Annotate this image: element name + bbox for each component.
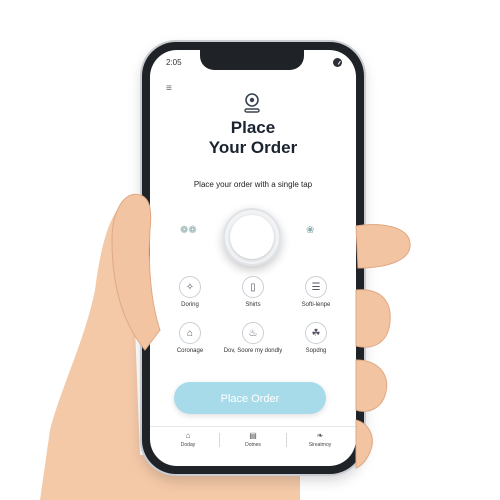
location-pin-icon <box>244 93 260 113</box>
notch <box>200 50 304 70</box>
category-label: Coronage <box>176 348 204 354</box>
category-coronage[interactable]: ⌂ Coronage <box>160 322 220 355</box>
tab-divider <box>286 433 287 447</box>
category-softi-lenpe[interactable]: ☰ Softi-lenpe <box>286 276 346 309</box>
home-tab-icon: ⌂ <box>185 431 191 440</box>
status-time: 2:05 <box>166 58 182 67</box>
category-label: Dov, Soore my dondly <box>223 348 283 354</box>
menu-icon[interactable]: ≡ <box>166 83 172 94</box>
tab-divider <box>219 433 220 447</box>
bottom-tab-bar: ⌂ Doday ▤ Dotnes ❧ Sireatmoy <box>150 426 356 457</box>
tab-label: Sireatmoy <box>308 442 332 448</box>
tab-doday[interactable]: ⌂ Doday <box>158 431 218 448</box>
home-icon: ⌂ <box>179 322 201 344</box>
category-label: Softi-lenpe <box>301 302 331 308</box>
flower-icon: ❀ <box>306 225 315 236</box>
phone-screen: 2:05 ≡ Place Your Order Place your order… <box>150 50 356 466</box>
bottle-icon: ▯ <box>242 276 264 298</box>
category-dov-soore[interactable]: ♨ Dov, Soore my dondly <box>223 322 283 355</box>
category-label: Sopdng <box>305 348 327 354</box>
tab-sireatmoy[interactable]: ❧ Sireatmoy <box>290 431 350 448</box>
title-line-2: Your Order <box>208 138 298 157</box>
page-title: Place Your Order <box>150 118 356 158</box>
subtitle: Place your order with a single tap <box>193 180 313 189</box>
tab-label: Dotnes <box>245 442 261 448</box>
category-sopdng[interactable]: ☘ Sopdng <box>286 322 346 355</box>
leaf-icon: ☘ <box>305 322 327 344</box>
tab-dotnes[interactable]: ▤ Dotnes <box>223 431 283 448</box>
category-shirts[interactable]: ▯ Shirts <box>223 276 283 309</box>
tag-tab-icon: ❧ <box>316 431 324 440</box>
category-doring[interactable]: ✧ Doring <box>160 276 220 309</box>
cloud-icon: ❁❁ <box>180 225 197 236</box>
single-tap-button[interactable] <box>223 208 281 266</box>
clipboard-icon: ☰ <box>305 276 327 298</box>
category-label: Shirts <box>245 302 261 308</box>
tab-label: Doday <box>180 442 196 448</box>
title-line-1: Place <box>230 118 276 137</box>
category-label: Doring <box>181 302 199 308</box>
shirt-icon: ✧ <box>179 276 201 298</box>
calendar-tab-icon: ▤ <box>249 431 257 440</box>
basket-icon: ♨ <box>242 322 264 344</box>
settings-icon[interactable] <box>333 58 342 67</box>
place-order-button[interactable]: Place Order <box>174 382 326 414</box>
